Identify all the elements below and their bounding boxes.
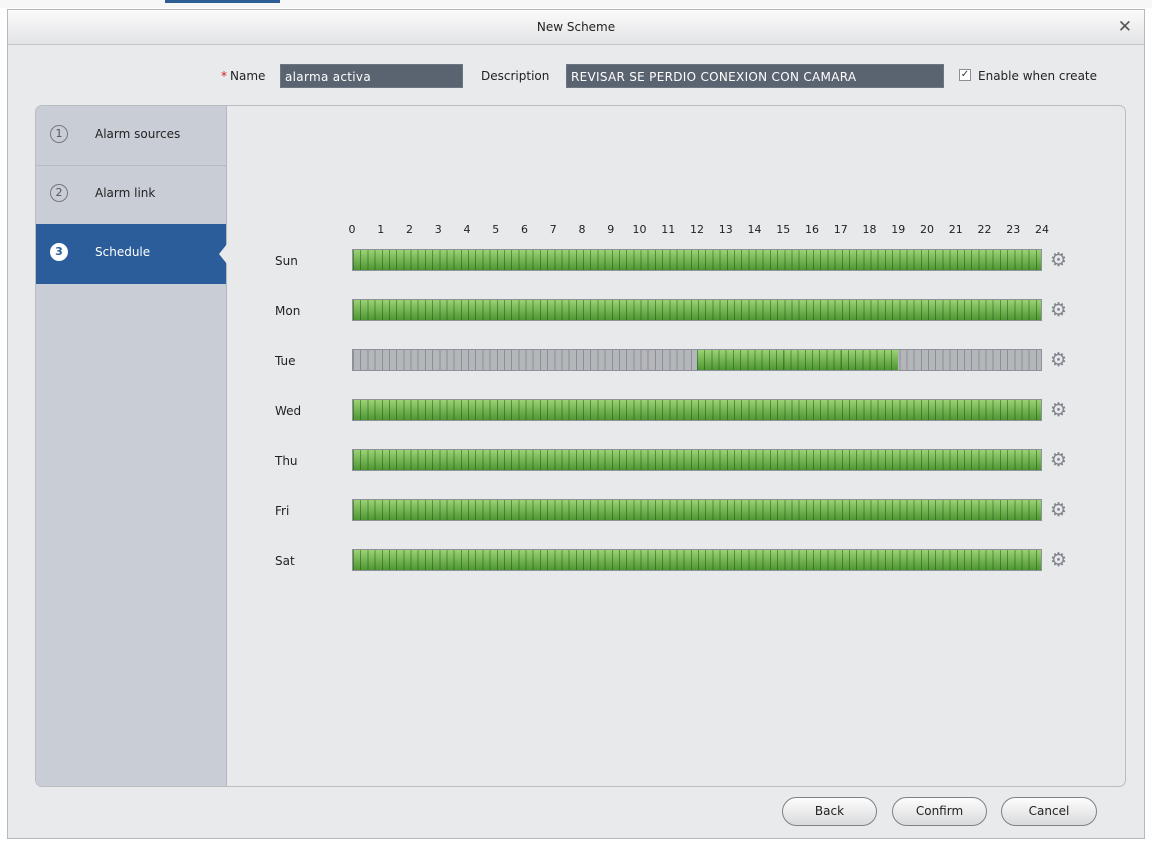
dialog-title: New Scheme	[536, 20, 616, 34]
step-number-badge: 2	[50, 184, 68, 202]
back-button[interactable]: Back	[782, 797, 877, 826]
hour-label: 1	[377, 223, 385, 236]
hour-label: 0	[348, 223, 356, 236]
day-label: Thu	[275, 454, 298, 468]
step-label: Alarm link	[95, 186, 156, 200]
gear-icon[interactable]: ⚙	[1050, 450, 1067, 470]
hour-label: 17	[833, 223, 848, 236]
hour-label: 10	[632, 223, 647, 236]
hour-label: 20	[920, 223, 934, 236]
active-period[interactable]	[697, 350, 898, 370]
period-gridlines	[353, 300, 1041, 320]
step-alarm-link[interactable]: 2 Alarm link	[36, 165, 226, 225]
active-period[interactable]	[353, 500, 1041, 520]
enable-when-create-label: Enable when create	[978, 69, 1098, 83]
hour-label: 6	[521, 223, 528, 236]
new-scheme-dialog: New Scheme ✕ * Name alarma activa Descri…	[7, 9, 1145, 839]
day-timeline-bar[interactable]	[352, 499, 1042, 521]
day-label: Sun	[275, 254, 298, 268]
background-app-strip	[0, 0, 1152, 8]
active-period[interactable]	[353, 550, 1041, 570]
hour-label: 2	[406, 223, 413, 236]
wizard-steps-sidebar: 1 Alarm sources 2 Alarm link 3 Schedule	[36, 106, 227, 786]
day-label: Wed	[275, 404, 302, 418]
cancel-button[interactable]: Cancel	[1001, 797, 1097, 826]
period-gridlines	[353, 250, 1041, 270]
active-period[interactable]	[353, 300, 1041, 320]
hour-label: 23	[1006, 223, 1021, 236]
schedule-row-mon: Mon ⚙	[0, 299, 1152, 323]
name-label: Name	[230, 69, 266, 83]
gear-icon[interactable]: ⚙	[1050, 550, 1067, 570]
hour-label: 18	[862, 223, 877, 236]
confirm-button[interactable]: Confirm	[892, 797, 987, 826]
active-period[interactable]	[353, 250, 1041, 270]
gear-icon[interactable]: ⚙	[1050, 300, 1067, 320]
day-label: Fri	[275, 504, 290, 518]
schedule-row-sat: Sat ⚙	[0, 549, 1152, 573]
gear-icon[interactable]: ⚙	[1050, 500, 1067, 520]
name-input[interactable]: alarma activa	[280, 64, 463, 88]
step-number-badge: 1	[50, 125, 68, 143]
period-gridlines	[697, 350, 898, 370]
required-mark: *	[221, 69, 227, 83]
period-gridlines	[353, 500, 1041, 520]
hour-label: 3	[434, 223, 442, 236]
period-gridlines	[353, 400, 1041, 420]
day-label: Mon	[275, 304, 301, 318]
hour-label: 4	[463, 223, 471, 236]
day-timeline-bar[interactable]	[352, 349, 1042, 371]
gear-icon[interactable]: ⚙	[1050, 400, 1067, 420]
active-period[interactable]	[353, 450, 1041, 470]
hour-label: 21	[948, 223, 963, 236]
close-icon[interactable]: ✕	[1118, 17, 1132, 37]
hour-label: 24	[1035, 223, 1049, 236]
hour-scale: 0 1 2 3 4 5 6 7 8 9 10 11 12 13 14 15 16 17 18 19 20 21 22 23 24	[345, 223, 1050, 237]
hour-label: 13	[718, 223, 733, 236]
period-gridlines	[353, 550, 1041, 570]
day-label: Tue	[275, 354, 296, 368]
hour-label: 8	[578, 223, 586, 236]
scheme-properties-row: * Name alarma activa Description REVISAR…	[8, 64, 1144, 90]
gear-icon[interactable]: ⚙	[1050, 250, 1067, 270]
day-timeline-bar[interactable]	[352, 249, 1042, 271]
hour-label: 9	[607, 223, 615, 236]
day-timeline-bar[interactable]	[352, 549, 1042, 571]
description-input[interactable]: REVISAR SE PERDIO CONEXION CON CAMARA	[566, 64, 944, 88]
schedule-row-wed: Wed ⚙	[0, 399, 1152, 423]
day-timeline-bar[interactable]	[352, 299, 1042, 321]
day-timeline-bar[interactable]	[352, 399, 1042, 421]
gear-icon[interactable]: ⚙	[1050, 350, 1067, 370]
description-label: Description	[481, 69, 550, 83]
schedule-row-tue: Tue ⚙	[0, 349, 1152, 373]
hour-label: 22	[977, 223, 992, 236]
enable-when-create-checkbox[interactable]: ✓	[959, 69, 971, 81]
hour-label: 12	[690, 223, 704, 236]
schedule-row-fri: Fri ⚙	[0, 499, 1152, 523]
hour-label: 19	[891, 223, 906, 236]
dialog-titlebar: New Scheme ✕	[8, 10, 1144, 45]
period-gridlines	[353, 450, 1041, 470]
schedule-row-thu: Thu ⚙	[0, 449, 1152, 473]
wizard-panel: 1 Alarm sources 2 Alarm link 3 Schedule	[35, 105, 1126, 787]
hour-label: 7	[549, 223, 557, 236]
day-timeline-bar[interactable]	[352, 449, 1042, 471]
hour-label: 5	[492, 223, 500, 236]
step-alarm-sources[interactable]: 1 Alarm sources	[36, 106, 226, 166]
active-period[interactable]	[353, 400, 1041, 420]
hour-label: 14	[747, 223, 762, 236]
background-tab-indicator	[165, 0, 280, 3]
day-label: Sat	[275, 554, 295, 568]
schedule-row-sun: Sun ⚙	[0, 249, 1152, 273]
hour-label: 16	[805, 223, 819, 236]
hour-label: 11	[661, 223, 676, 236]
step-label: Alarm sources	[95, 127, 181, 141]
hour-label: 15	[776, 223, 791, 236]
